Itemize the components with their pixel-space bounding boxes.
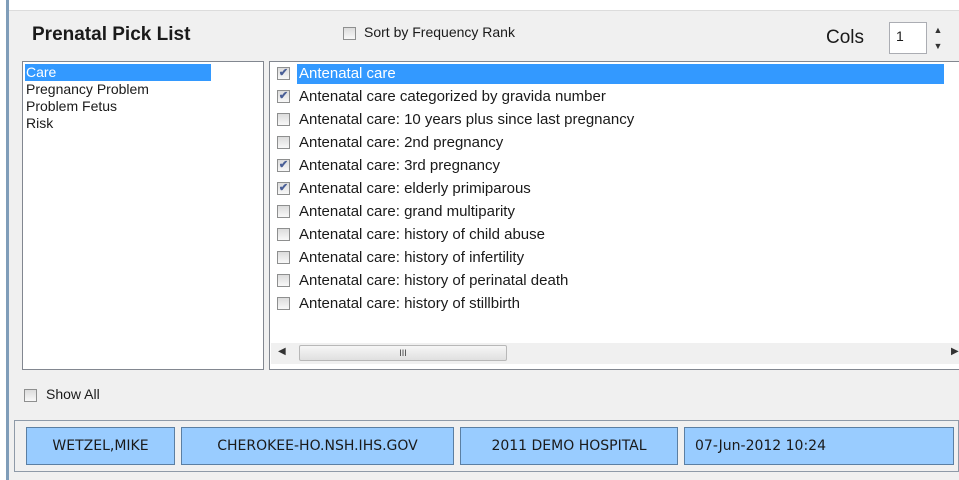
item-label[interactable]: Antenatal care: 2nd pregnancy bbox=[297, 133, 944, 153]
list-item[interactable]: Antenatal care: history of infertility bbox=[274, 247, 946, 269]
top-strip bbox=[9, 0, 959, 10]
item-checklist[interactable]: ✔ Antenatal care ✔ Antenatal care catego… bbox=[269, 61, 959, 370]
item-checkbox[interactable]: ✔ bbox=[277, 182, 290, 195]
spin-up-icon[interactable]: ▲ bbox=[930, 22, 946, 38]
item-label[interactable]: Antenatal care: 3rd pregnancy bbox=[297, 156, 944, 176]
show-all-box[interactable] bbox=[24, 389, 37, 402]
status-facility: 2011 DEMO HOSPITAL bbox=[460, 427, 678, 465]
scrollbar-thumb[interactable]: III bbox=[299, 345, 507, 361]
list-item[interactable]: Antenatal care: history of perinatal dea… bbox=[274, 270, 946, 292]
category-item-pregnancy-problem[interactable]: Pregnancy Problem bbox=[25, 81, 149, 98]
item-checkbox[interactable] bbox=[277, 205, 290, 218]
item-checkbox[interactable] bbox=[277, 274, 290, 287]
cols-value[interactable]: 1 bbox=[896, 28, 904, 44]
item-checkbox[interactable] bbox=[277, 251, 290, 264]
prenatal-pick-list-form: Prenatal Pick List Sort by Frequency Ran… bbox=[9, 0, 959, 480]
status-user: WETZEL,MIKE bbox=[26, 427, 175, 465]
item-checkbox[interactable] bbox=[277, 136, 290, 149]
cols-label: Cols bbox=[826, 27, 865, 48]
scroll-right-icon[interactable]: ▶ bbox=[951, 346, 959, 357]
item-checkbox[interactable]: ✔ bbox=[277, 159, 290, 172]
list-item[interactable]: Antenatal care: history of stillbirth bbox=[274, 293, 946, 315]
item-checkbox[interactable] bbox=[277, 113, 290, 126]
item-label[interactable]: Antenatal care bbox=[297, 64, 944, 84]
status-datetime: 07-Jun-2012 10:24 bbox=[684, 427, 954, 465]
list-item[interactable]: ✔ Antenatal care: elderly primiparous bbox=[274, 178, 946, 200]
scroll-left-icon[interactable]: ◀ bbox=[278, 346, 286, 357]
list-item[interactable]: Antenatal care: grand multiparity bbox=[274, 201, 946, 223]
list-item[interactable]: ✔ Antenatal care: 3rd pregnancy bbox=[274, 155, 946, 177]
item-label[interactable]: Antenatal care: history of child abuse bbox=[297, 225, 944, 245]
item-checkbox[interactable]: ✔ bbox=[277, 90, 290, 103]
item-checkbox[interactable]: ✔ bbox=[277, 67, 290, 80]
item-label[interactable]: Antenatal care: history of perinatal dea… bbox=[297, 271, 944, 291]
list-item[interactable]: ✔ Antenatal care bbox=[274, 63, 946, 85]
status-server: CHEROKEE-HO.NSH.IHS.GOV bbox=[181, 427, 454, 465]
horizontal-scrollbar[interactable]: ◀ III ▶ bbox=[271, 343, 959, 364]
show-all-label[interactable]: Show All bbox=[46, 386, 100, 402]
top-divider bbox=[9, 10, 959, 11]
category-item-risk[interactable]: Risk bbox=[25, 115, 53, 132]
item-checkbox[interactable] bbox=[277, 228, 290, 241]
sort-by-frequency-label[interactable]: Sort by Frequency Rank bbox=[364, 24, 515, 40]
page-title: Prenatal Pick List bbox=[32, 24, 191, 45]
list-item[interactable]: ✔ Antenatal care categorized by gravida … bbox=[274, 86, 946, 108]
cols-input[interactable]: 1 bbox=[889, 22, 927, 54]
category-list[interactable]: Care Pregnancy Problem Problem Fetus Ris… bbox=[22, 61, 264, 370]
category-item-care[interactable]: Care bbox=[25, 64, 211, 81]
item-label[interactable]: Antenatal care: elderly primiparous bbox=[297, 179, 944, 199]
sort-by-frequency-box[interactable] bbox=[343, 27, 356, 40]
item-label[interactable]: Antenatal care: history of infertility bbox=[297, 248, 944, 268]
status-bar: WETZEL,MIKE CHEROKEE-HO.NSH.IHS.GOV 2011… bbox=[14, 420, 959, 472]
item-label[interactable]: Antenatal care categorized by gravida nu… bbox=[297, 87, 944, 107]
item-label[interactable]: Antenatal care: grand multiparity bbox=[297, 202, 944, 222]
list-item[interactable]: Antenatal care: 10 years plus since last… bbox=[274, 109, 946, 131]
list-item[interactable]: Antenatal care: 2nd pregnancy bbox=[274, 132, 946, 154]
item-label[interactable]: Antenatal care: history of stillbirth bbox=[297, 294, 944, 314]
item-checkbox[interactable] bbox=[277, 297, 290, 310]
cols-spinner[interactable]: ▲ ▼ bbox=[930, 22, 946, 54]
list-item[interactable]: Antenatal care: history of child abuse bbox=[274, 224, 946, 246]
category-item-problem-fetus[interactable]: Problem Fetus bbox=[25, 98, 117, 115]
spin-down-icon[interactable]: ▼ bbox=[930, 38, 946, 54]
item-label[interactable]: Antenatal care: 10 years plus since last… bbox=[297, 110, 944, 130]
